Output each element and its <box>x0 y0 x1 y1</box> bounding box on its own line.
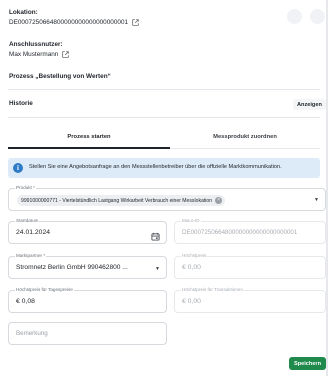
historie-title: Historie <box>9 100 33 107</box>
divider <box>8 89 320 90</box>
prozess-title: Prozess „Bestellung von Werten“ <box>9 73 111 80</box>
bestellung-panel: Lokation: DE0007250664800000000000000000… <box>0 0 328 376</box>
save-button[interactable]: Speichern <box>289 357 326 370</box>
produkt-chip-label: 9991000000771 - Viertelstündlich Lastgan… <box>21 197 213 204</box>
marktpartner-label: Marktpartner * <box>15 253 47 258</box>
calendar-icon[interactable] <box>151 228 160 246</box>
chip-remove-icon[interactable]: × <box>215 197 223 204</box>
tab-messprodukt-zuordnen[interactable]: Messprodukt zuordnen <box>170 126 320 148</box>
info-banner: i Stellen Sie eine Angebotsanfrage an de… <box>8 158 320 178</box>
close-button[interactable] <box>310 9 325 24</box>
external-link-icon[interactable] <box>132 19 139 26</box>
hoechstpreis-tagespreise-field[interactable]: Höchstpreis für Tagespreise € 0,08 <box>8 287 167 313</box>
hoechstpreis-transaktionen-value: € 0,00 <box>182 298 201 305</box>
info-text: Stellen Sie eine Angebotsanfrage an den … <box>29 164 282 170</box>
bemerkung-placeholder: Bemerkung <box>16 330 48 337</box>
anschlussnutzer-label: Anschlussnutzer: <box>9 41 63 48</box>
chevron-down-icon[interactable]: ▼ <box>155 266 160 272</box>
hoechstpreis-tagespreise-value: € 0,08 <box>16 298 35 305</box>
hoechstpreis-transaktionen-label: Höchstpreis für Transaktionen <box>181 287 245 292</box>
anschlussnutzer-name: Max Mustermann <box>9 51 59 58</box>
window-controls <box>287 9 325 24</box>
divider <box>8 117 320 118</box>
info-icon: i <box>13 163 23 173</box>
external-link-icon[interactable] <box>62 51 70 58</box>
active-tab-indicator <box>8 147 170 149</box>
malo-id-value: DE0007250664800000000000000000001 <box>182 229 298 236</box>
minimize-button[interactable] <box>287 9 302 24</box>
bemerkung-input[interactable]: Bemerkung <box>8 322 167 345</box>
anschlussnutzer-value: Max Mustermann <box>9 51 70 58</box>
startdatum-value: 24.01.2024 <box>16 229 51 236</box>
marktpartner-value: Stromnetz Berlin GmbH 990462800 ... <box>16 264 128 271</box>
hoechstpreis-value: € 0,00 <box>182 264 201 271</box>
lokation-value: DE0007250664800000000000000000001 <box>9 19 139 26</box>
lokation-id: DE0007250664800000000000000000001 <box>9 19 129 26</box>
tab-prozess-starten[interactable]: Prozess starten <box>8 126 170 148</box>
produkt-select[interactable]: Produkt * 9991000000771 - Viertelstündli… <box>8 185 326 211</box>
hoechstpreis-tagespreise-label: Höchstpreis für Tagespreise <box>15 287 74 292</box>
malo-id-field: MaLo-ID DE000725066480000000000000000000… <box>174 218 326 244</box>
hoechstpreis-transaktionen-field: Höchstpreis für Transaktionen € 0,00 <box>174 287 326 313</box>
lokation-label: Lokation: <box>9 9 38 16</box>
chevron-down-icon[interactable]: ▼ <box>314 197 319 203</box>
produkt-label: Produkt * <box>15 185 36 190</box>
malo-id-label: MaLo-ID <box>181 218 201 223</box>
startdatum-label: Startdatum <box>15 218 40 223</box>
produkt-chip: 9991000000771 - Viertelstündlich Lastgan… <box>17 195 226 206</box>
hoechstpreis-label: Höchstpreis <box>181 253 208 258</box>
process-tabs: Prozess starten Messprodukt zuordnen <box>8 126 320 149</box>
startdatum-field[interactable]: Startdatum 24.01.2024 <box>8 218 167 246</box>
hoechstpreis-field: Höchstpreis € 0,00 <box>174 253 326 279</box>
marktpartner-select[interactable]: Marktpartner * Stromnetz Berlin GmbH 990… <box>8 253 167 279</box>
anzeigen-button[interactable]: Anzeigen <box>293 99 326 110</box>
